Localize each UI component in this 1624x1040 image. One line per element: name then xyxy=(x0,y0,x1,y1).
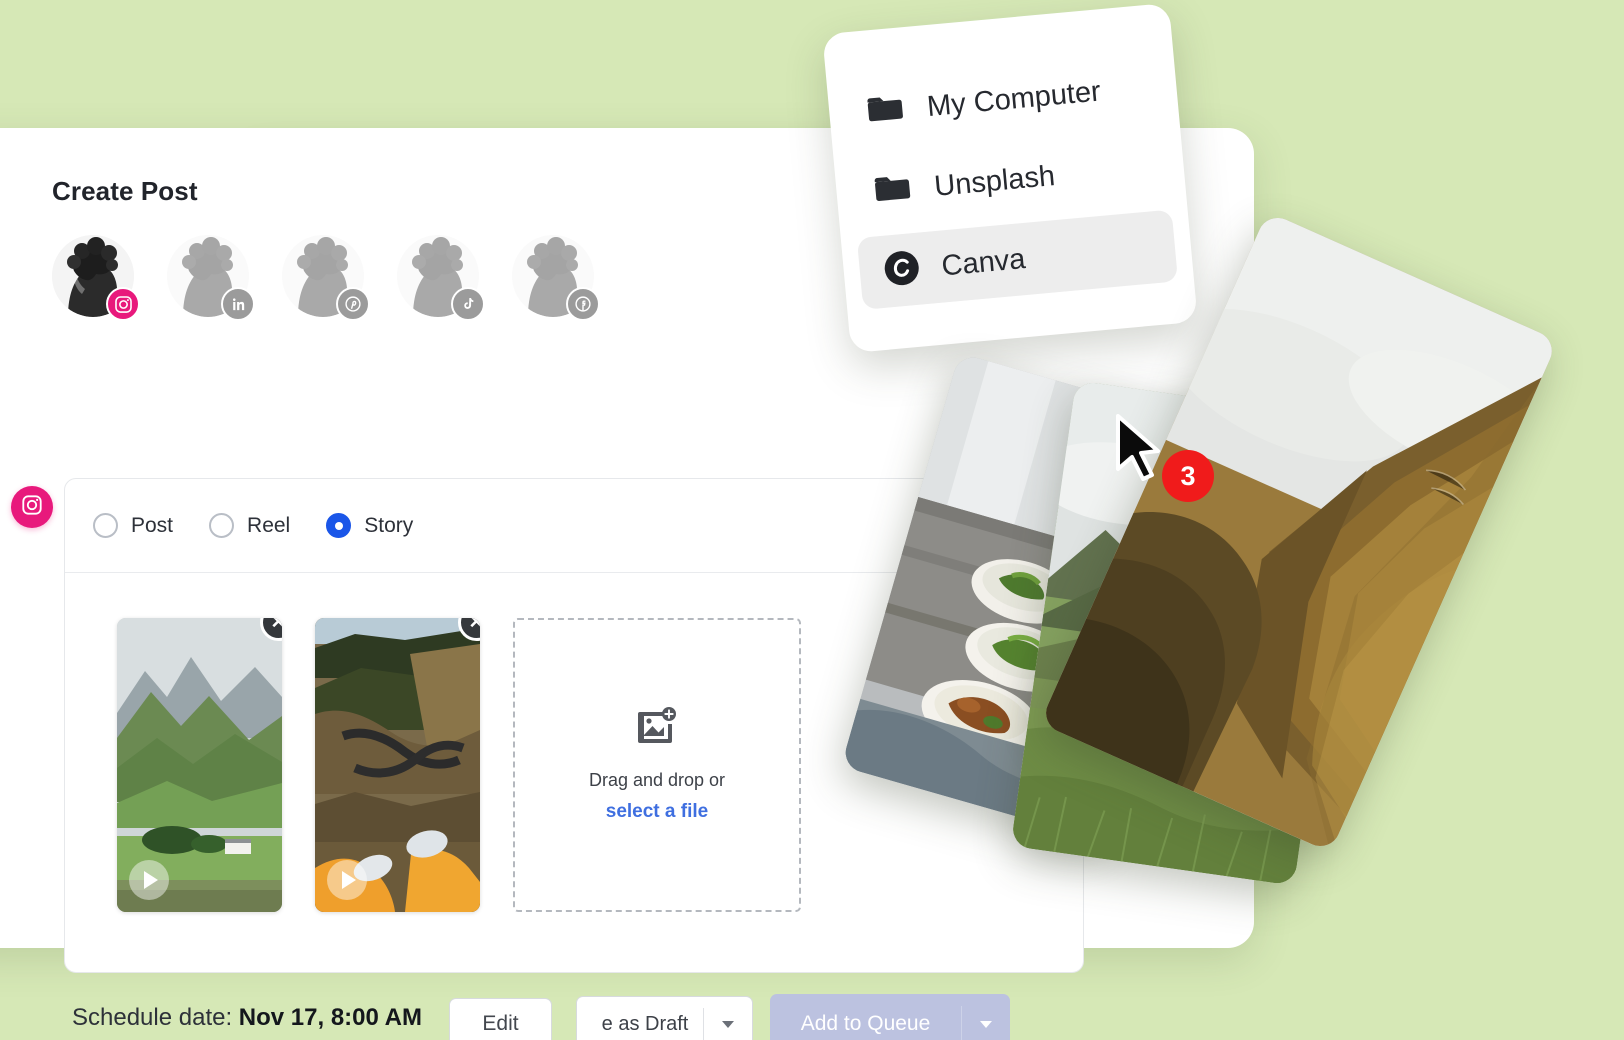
folder-icon xyxy=(873,170,916,210)
instagram-icon xyxy=(106,287,140,321)
schedule-value: Nov 17, 8:00 AM xyxy=(238,1004,422,1031)
edit-schedule-button[interactable]: Edit xyxy=(449,998,552,1040)
menu-item-label: Canva xyxy=(940,242,1027,282)
account-avatar-instagram[interactable] xyxy=(52,235,140,321)
canva-icon xyxy=(880,246,924,294)
facebook-icon xyxy=(566,287,600,321)
account-avatar-facebook[interactable] xyxy=(512,235,600,321)
radio-indicator xyxy=(93,513,118,538)
radio-reel[interactable]: Reel xyxy=(209,513,290,538)
media-source-menu: My Computer Unsplash Canva xyxy=(822,2,1198,354)
menu-item-label: My Computer xyxy=(925,75,1102,123)
image-plus-icon xyxy=(637,707,677,748)
select-file-link[interactable]: select a file xyxy=(606,801,708,823)
radio-story[interactable]: Story xyxy=(326,513,413,538)
radio-label: Story xyxy=(364,513,414,537)
media-thumbnail[interactable]: ✕ xyxy=(315,618,480,912)
save-as-draft-group: e as Draft xyxy=(576,996,753,1040)
folder-icon xyxy=(866,91,909,131)
add-to-queue-button[interactable]: Add to Queue xyxy=(770,1012,961,1036)
network-rail-instagram[interactable] xyxy=(11,486,53,528)
dropzone[interactable]: Drag and drop or select a file xyxy=(513,618,801,912)
radio-label: Post xyxy=(131,513,174,537)
radio-label: Reel xyxy=(247,513,291,537)
linkedin-icon xyxy=(221,287,255,321)
add-to-queue-group: Add to Queue xyxy=(770,994,1010,1040)
tiktok-icon xyxy=(451,287,485,321)
media-thumbnail[interactable]: ✕ xyxy=(117,618,282,912)
instagram-icon xyxy=(21,494,43,521)
chevron-down-icon[interactable] xyxy=(962,1021,1010,1028)
dropzone-text: Drag and drop or xyxy=(588,770,726,790)
account-avatar-pinterest[interactable] xyxy=(282,235,370,321)
account-selector-row xyxy=(52,235,600,321)
menu-item-label: Unsplash xyxy=(932,159,1057,203)
drag-count-badge: 3 xyxy=(1162,450,1214,502)
play-icon xyxy=(129,860,169,900)
save-as-draft-button[interactable]: e as Draft xyxy=(577,1013,703,1036)
schedule-prefix: Schedule date: xyxy=(72,1004,233,1031)
composer-card: Post Reel Story ✕ ✕ Drag and drop or sel… xyxy=(64,478,1084,973)
play-icon xyxy=(327,860,367,900)
pinterest-icon xyxy=(336,287,370,321)
post-type-radio-group: Post Reel Story xyxy=(65,479,1083,573)
media-strip: ✕ ✕ Drag and drop or select a file xyxy=(65,573,1083,912)
chevron-down-icon[interactable] xyxy=(704,1021,752,1028)
schedule-date-label: Schedule date: Nov 17, 8:00 AM xyxy=(72,1004,422,1032)
radio-post[interactable]: Post xyxy=(93,513,173,538)
account-avatar-linkedin[interactable] xyxy=(167,235,255,321)
page-title: Create Post xyxy=(52,176,198,206)
account-avatar-tiktok[interactable] xyxy=(397,235,485,321)
arrow-cursor-icon xyxy=(1114,413,1168,486)
radio-indicator xyxy=(209,513,235,538)
radio-indicator xyxy=(326,513,352,538)
